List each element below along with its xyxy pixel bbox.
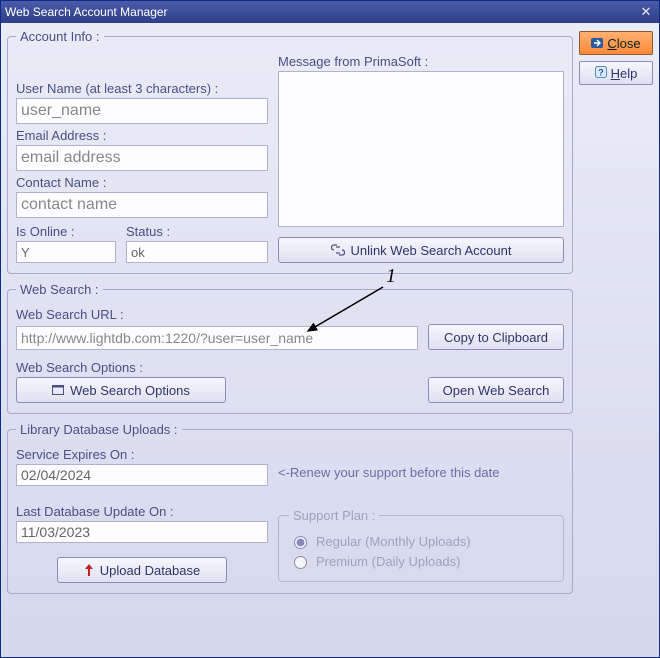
- library-uploads-group: Library Database Uploads : Service Expir…: [7, 422, 573, 594]
- close-button-label: Close: [607, 36, 640, 51]
- expires-input[interactable]: [16, 464, 268, 486]
- websearch-options-label: Web Search Options :: [16, 360, 564, 375]
- unlink-icon: [331, 243, 345, 257]
- open-web-search-label: Open Web Search: [443, 383, 550, 398]
- open-web-search-button[interactable]: Open Web Search: [428, 377, 564, 403]
- plan-regular-label: Regular (Monthly Uploads): [316, 534, 471, 549]
- plan-premium-radio[interactable]: [294, 556, 307, 569]
- close-arrow-icon: [591, 36, 603, 51]
- unlink-label: Unlink Web Search Account: [351, 243, 512, 258]
- library-uploads-legend: Library Database Uploads :: [16, 422, 182, 437]
- email-label: Email Address :: [16, 128, 268, 143]
- username-input[interactable]: [16, 98, 268, 124]
- web-search-options-button[interactable]: Web Search Options: [16, 377, 226, 403]
- options-icon: [52, 384, 64, 396]
- expires-label: Service Expires On :: [16, 447, 268, 462]
- status-label: Status :: [126, 224, 268, 239]
- close-button[interactable]: Close: [579, 31, 653, 55]
- message-label: Message from PrimaSoft :: [278, 54, 564, 69]
- username-label: User Name (at least 3 characters) :: [16, 81, 268, 96]
- contact-input[interactable]: [16, 192, 268, 218]
- upload-database-label: Upload Database: [100, 563, 200, 578]
- renew-hint: <-Renew your support before this date: [278, 465, 564, 480]
- web-search-group: Web Search : Web Search URL : Copy to Cl…: [7, 282, 573, 414]
- websearch-url-label: Web Search URL :: [16, 307, 564, 322]
- plan-premium-label: Premium (Daily Uploads): [316, 554, 460, 569]
- lastupdate-input[interactable]: [16, 521, 268, 543]
- window-close-button[interactable]: ✕: [637, 4, 655, 20]
- contact-label: Contact Name :: [16, 175, 268, 190]
- client-area: Account Info : User Name (at least 3 cha…: [1, 23, 659, 657]
- upload-icon: [84, 564, 94, 576]
- upload-database-button[interactable]: Upload Database: [57, 557, 227, 583]
- account-info-group: Account Info : User Name (at least 3 cha…: [7, 29, 573, 274]
- web-search-options-label: Web Search Options: [70, 383, 190, 398]
- isonline-label: Is Online :: [16, 224, 116, 239]
- plan-premium-row[interactable]: Premium (Daily Uploads): [289, 553, 553, 569]
- help-button[interactable]: ? Help: [579, 61, 653, 85]
- unlink-account-button[interactable]: Unlink Web Search Account: [278, 237, 564, 263]
- support-plan-legend: Support Plan :: [289, 508, 379, 523]
- status-input[interactable]: [126, 241, 268, 263]
- account-info-legend: Account Info :: [16, 29, 104, 44]
- help-button-label: Help: [611, 66, 638, 81]
- plan-regular-row[interactable]: Regular (Monthly Uploads): [289, 533, 553, 549]
- window-title: Web Search Account Manager: [5, 5, 637, 19]
- web-search-legend: Web Search :: [16, 282, 103, 297]
- isonline-input[interactable]: [16, 241, 116, 263]
- support-plan-group: Support Plan : Regular (Monthly Uploads)…: [278, 508, 564, 582]
- main-column: Account Info : User Name (at least 3 cha…: [7, 29, 573, 651]
- copy-clipboard-button[interactable]: Copy to Clipboard: [428, 324, 564, 350]
- side-column: Close ? Help: [579, 29, 653, 651]
- help-icon: ?: [595, 66, 607, 81]
- copy-clipboard-label: Copy to Clipboard: [444, 330, 548, 345]
- email-input[interactable]: [16, 145, 268, 171]
- lastupdate-label: Last Database Update On :: [16, 504, 268, 519]
- svg-text:?: ?: [598, 67, 604, 77]
- window: Web Search Account Manager ✕ Account Inf…: [0, 0, 660, 658]
- titlebar: Web Search Account Manager ✕: [1, 1, 659, 23]
- message-textarea[interactable]: [278, 71, 564, 227]
- plan-regular-radio[interactable]: [294, 536, 307, 549]
- websearch-url-input[interactable]: [16, 326, 418, 350]
